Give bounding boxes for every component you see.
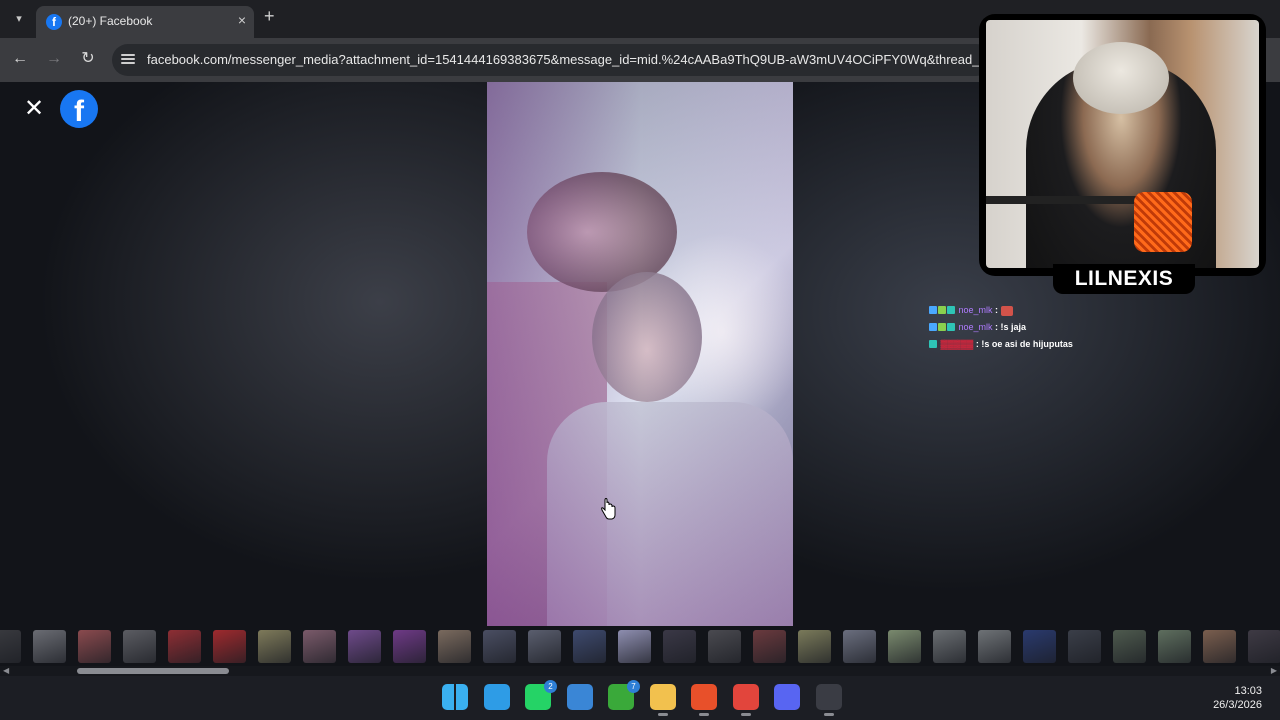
chat-text: !s jaja bbox=[1000, 322, 1027, 332]
media-thumbnail[interactable] bbox=[303, 630, 336, 663]
media-thumbnail[interactable] bbox=[978, 630, 1011, 663]
edge-icon[interactable] bbox=[483, 684, 510, 710]
media-thumbnail[interactable] bbox=[393, 630, 426, 663]
clock-date: 26/3/2026 bbox=[1213, 699, 1262, 711]
reload-button[interactable]: ↻ bbox=[78, 49, 98, 69]
media-thumbnail[interactable] bbox=[888, 630, 921, 663]
media-thumbnail[interactable] bbox=[78, 630, 111, 663]
media-thumbnail[interactable] bbox=[1023, 630, 1056, 663]
media-thumbnail[interactable] bbox=[753, 630, 786, 663]
scrollbar-thumb[interactable] bbox=[77, 668, 229, 674]
system-clock[interactable]: 13:03 26/3/2026 bbox=[1213, 684, 1262, 712]
media-thumbnail[interactable] bbox=[0, 630, 21, 663]
scroll-right-icon[interactable]: ▶ bbox=[1271, 666, 1277, 676]
chat-message: noe_mlk : !s jaja bbox=[929, 321, 1229, 338]
windows-start-icon[interactable] bbox=[442, 684, 468, 710]
media-thumbnail[interactable] bbox=[798, 630, 831, 663]
chat-separator: : bbox=[992, 305, 1001, 315]
streamer-hair bbox=[1073, 42, 1169, 114]
mic-arm bbox=[986, 196, 1156, 204]
horizontal-scrollbar[interactable]: ◀ ▶ bbox=[0, 666, 1280, 676]
media-thumbnail[interactable] bbox=[843, 630, 876, 663]
running-indicator bbox=[823, 713, 834, 716]
media-thumbnail[interactable] bbox=[528, 630, 561, 663]
media-thumbnail[interactable] bbox=[1158, 630, 1191, 663]
media-thumbnail[interactable] bbox=[573, 630, 606, 663]
taskbar: 2 7 13:03 26/3/2026 bbox=[0, 676, 1280, 720]
new-tab-button[interactable]: + bbox=[264, 6, 275, 27]
media-thumbnail[interactable] bbox=[1203, 630, 1236, 663]
chat-username: ▓▓▓▓▓ bbox=[940, 339, 974, 349]
chat-username: noe_mlk bbox=[958, 305, 993, 315]
chat-emote-icon bbox=[1000, 305, 1013, 316]
whatsapp-icon[interactable]: 2 bbox=[525, 680, 557, 710]
chat-separator: : bbox=[992, 322, 1001, 332]
media-thumbnail[interactable] bbox=[33, 630, 66, 663]
tab-title: (20+) Facebook bbox=[68, 14, 153, 28]
chat-message: ▓▓▓▓▓ : !s oe asi de hijuputas bbox=[929, 338, 1229, 355]
streamer-name: LILNEXIS bbox=[1053, 264, 1195, 294]
chat-badge-icon bbox=[929, 322, 956, 334]
media-thumbnail[interactable] bbox=[123, 630, 156, 663]
webcam-feed bbox=[986, 20, 1259, 268]
media-thumbnail[interactable] bbox=[168, 630, 201, 663]
scroll-left-icon[interactable]: ◀ bbox=[3, 666, 9, 676]
running-indicator bbox=[657, 713, 668, 716]
back-button[interactable]: ← bbox=[10, 49, 30, 69]
tab-close-icon[interactable]: × bbox=[238, 12, 246, 28]
notification-badge: 7 bbox=[627, 680, 640, 693]
xbox-icon[interactable]: 7 bbox=[608, 680, 640, 710]
hand-cursor-icon bbox=[601, 498, 616, 520]
microphone-icon bbox=[1134, 192, 1192, 252]
notification-badge: 2 bbox=[544, 680, 557, 693]
obs-icon[interactable] bbox=[815, 684, 842, 716]
media-thumbnail[interactable] bbox=[1068, 630, 1101, 663]
url-field[interactable]: facebook.com/messenger_media?attachment_… bbox=[112, 44, 992, 76]
tab-facebook[interactable]: f (20+) Facebook × bbox=[36, 6, 254, 38]
microsoft-store-icon[interactable] bbox=[566, 684, 593, 710]
facebook-logo-icon[interactable]: f bbox=[60, 90, 98, 128]
chat-message: noe_mlk : bbox=[929, 304, 1229, 321]
media-thumbnail[interactable] bbox=[438, 630, 471, 663]
media-thumbnail[interactable] bbox=[618, 630, 651, 663]
chat-badge-icon bbox=[929, 305, 956, 317]
file-explorer-icon[interactable] bbox=[649, 684, 676, 716]
media-thumbnail[interactable] bbox=[348, 630, 381, 663]
running-indicator bbox=[699, 713, 709, 716]
discord-icon[interactable] bbox=[774, 684, 800, 710]
chat-text: !s oe asi de hijuputas bbox=[981, 339, 1073, 349]
site-settings-icon[interactable] bbox=[121, 52, 135, 66]
media-thumbnail[interactable] bbox=[213, 630, 246, 663]
media-thumbnail[interactable] bbox=[258, 630, 291, 663]
photo-tint bbox=[487, 82, 793, 626]
forward-button[interactable]: → bbox=[44, 49, 64, 69]
tab-list-button[interactable]: ▾ bbox=[8, 9, 30, 29]
chrome-icon[interactable] bbox=[732, 684, 759, 716]
facebook-favicon-icon: f bbox=[46, 14, 62, 30]
media-photo[interactable] bbox=[487, 82, 793, 626]
url-text: facebook.com/messenger_media?attachment_… bbox=[147, 52, 992, 67]
media-thumbnail-strip bbox=[0, 628, 1280, 666]
media-thumbnail[interactable] bbox=[933, 630, 966, 663]
media-thumbnail[interactable] bbox=[1248, 630, 1280, 663]
media-thumbnail[interactable] bbox=[1113, 630, 1146, 663]
stream-chat: noe_mlk : noe_mlk : !s jaja ▓▓▓▓▓ : !s o… bbox=[929, 304, 1229, 355]
close-icon[interactable]: ✕ bbox=[22, 97, 46, 121]
chat-username: noe_mlk bbox=[958, 322, 993, 332]
running-indicator bbox=[740, 713, 751, 716]
clock-time: 13:03 bbox=[1234, 685, 1262, 697]
chat-badge-icon bbox=[929, 339, 938, 351]
media-thumbnail[interactable] bbox=[483, 630, 516, 663]
brave-icon[interactable] bbox=[691, 684, 717, 716]
media-thumbnail[interactable] bbox=[708, 630, 741, 663]
media-thumbnail[interactable] bbox=[663, 630, 696, 663]
